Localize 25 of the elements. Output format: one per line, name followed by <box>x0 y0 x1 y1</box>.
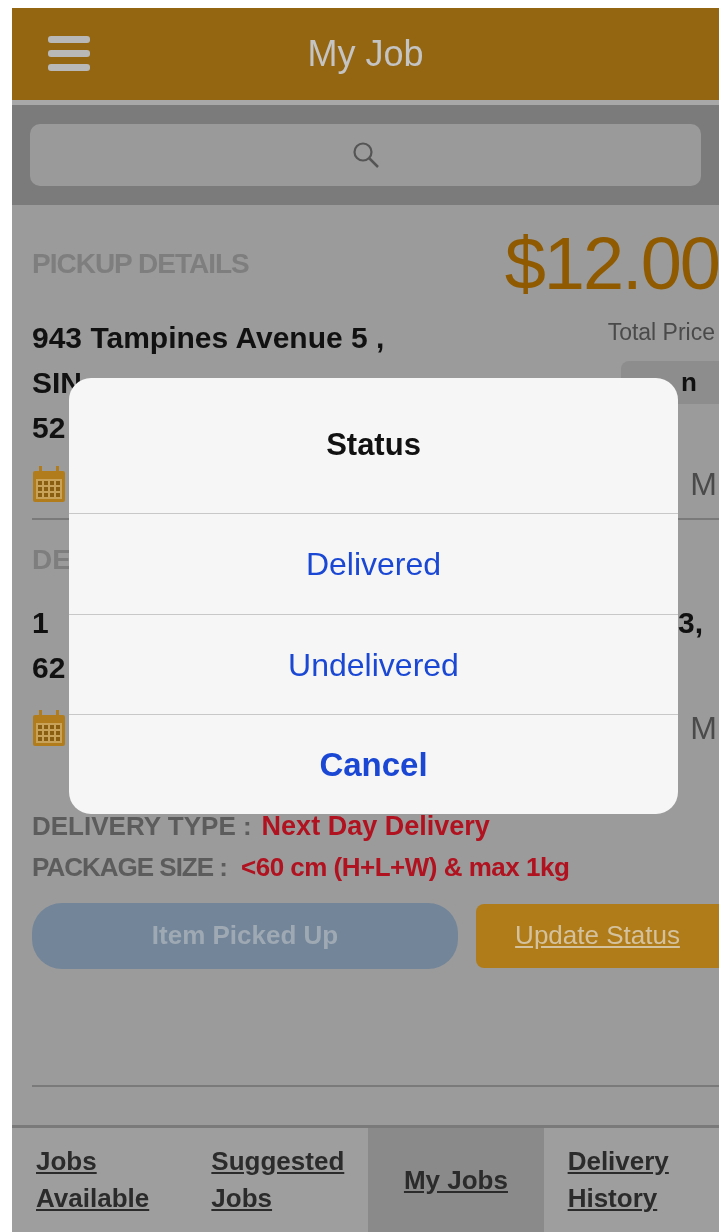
address-text: 3, <box>677 607 704 638</box>
dialog-option[interactable]: Cancel <box>69 714 678 814</box>
package-size-value: <60 cm (H+L+W) & max 1kg <box>241 850 570 884</box>
tab[interactable]: My Jobs <box>368 1128 544 1232</box>
dialog-option[interactable]: Undelivered <box>69 614 678 714</box>
delivery-time: M <box>690 708 718 748</box>
search-field[interactable] <box>30 124 701 186</box>
calendar-icon <box>32 465 66 503</box>
price: $12.00 <box>504 227 719 301</box>
dialog-title: Status <box>326 426 421 465</box>
address-text: 1 <box>32 607 49 638</box>
search-icon <box>351 141 380 169</box>
price-label: Total Price <box>607 318 716 347</box>
tab[interactable]: Suggested Jobs <box>187 1128 369 1232</box>
address-text: 52 <box>32 412 66 443</box>
address-text: 62 <box>32 652 66 683</box>
package-size-label: PACKAGE SIZE : <box>32 850 227 884</box>
address-text: 943 Tampines Avenue 5 , <box>32 322 385 353</box>
menu-icon[interactable] <box>48 36 90 72</box>
calendar-icon <box>32 708 66 747</box>
tab[interactable]: Jobs Available <box>12 1128 188 1232</box>
dialog-option[interactable]: Delivered <box>69 514 678 614</box>
header-title: My Job <box>307 32 424 76</box>
tab[interactable]: Delivery History <box>543 1128 719 1232</box>
pickup-time: M <box>690 465 718 504</box>
